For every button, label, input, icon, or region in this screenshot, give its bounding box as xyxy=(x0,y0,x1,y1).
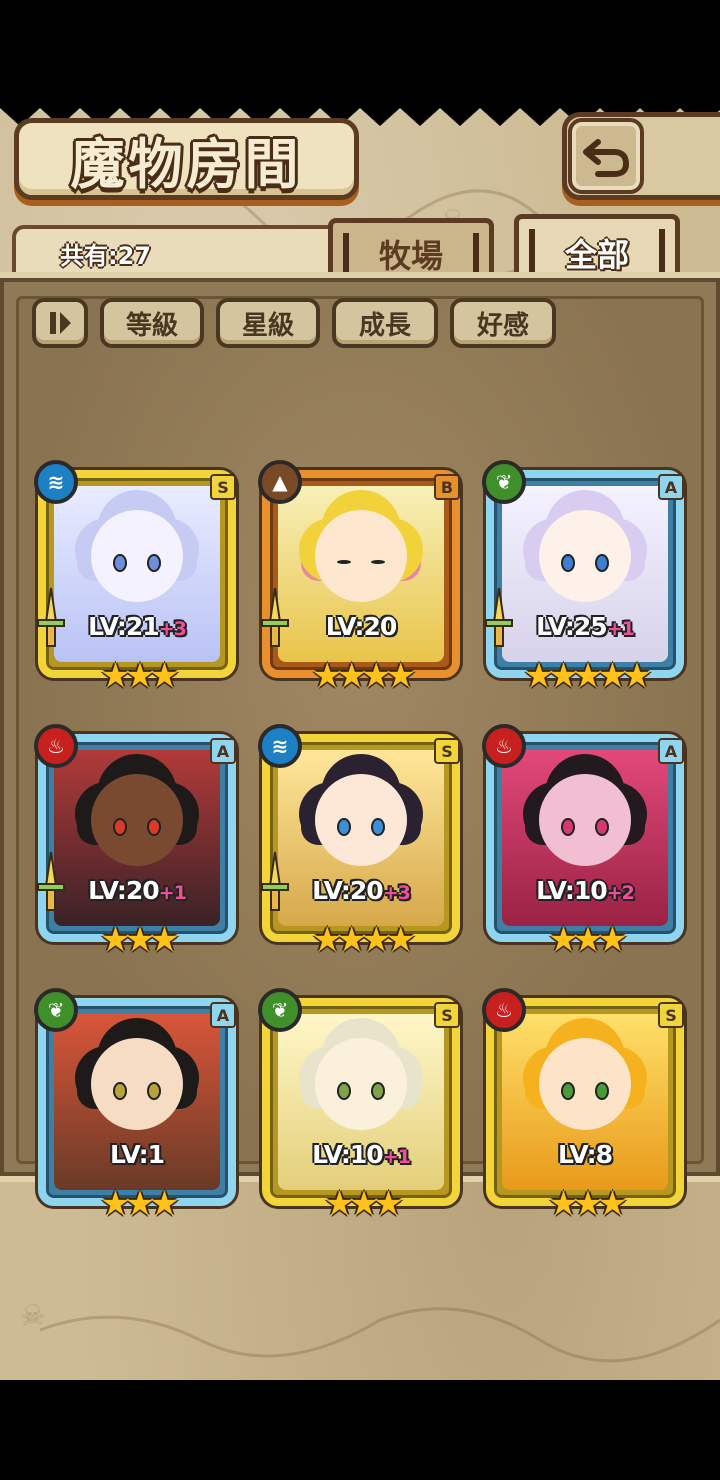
monster-card[interactable]: ▲ B LV:20 ★★★★ xyxy=(258,460,468,700)
star-rating: ★★★ xyxy=(100,920,179,960)
rank-badge: S xyxy=(434,1002,460,1028)
fire-element-icon: ♨ xyxy=(482,988,526,1032)
level-value: LV:10 xyxy=(536,876,608,905)
sort-star-label: 星級 xyxy=(241,310,294,341)
back-arrow-icon xyxy=(583,139,629,177)
level-label: LV:10+1 xyxy=(262,1140,460,1169)
sort-affection-button[interactable]: 好感 xyxy=(450,298,556,348)
level-bonus: +1 xyxy=(606,618,635,640)
monster-card[interactable]: ≋ S LV:20+3 ★★★★ xyxy=(258,724,468,964)
monster-card[interactable]: ♨ S LV:8 ★★★ xyxy=(482,988,692,1228)
monster-card[interactable]: ❦ A LV:1 ★★★ xyxy=(34,988,244,1228)
level-bonus: +3 xyxy=(382,882,411,904)
sort-order-toggle[interactable] xyxy=(32,298,88,348)
monster-card[interactable]: ❦ S LV:10+1 ★★★ xyxy=(258,988,468,1228)
water-element-icon: ≋ xyxy=(34,460,78,504)
level-bonus: +3 xyxy=(158,618,187,640)
level-bonus: +1 xyxy=(158,882,187,904)
card-frame xyxy=(486,998,684,1206)
star-rating: ★★★★ xyxy=(312,920,416,960)
monster-count: 共有:27 xyxy=(60,242,151,270)
monster-card[interactable]: ♨ A LV:20+1 ★★★ xyxy=(34,724,244,964)
monster-card[interactable]: ≋ S LV:21+3 ★★★ xyxy=(34,460,244,700)
sort-level-label: 等級 xyxy=(125,310,178,341)
star-rating: ★★★★ xyxy=(312,656,416,696)
rank-badge: A xyxy=(658,738,684,764)
leaf-element-icon: ❦ xyxy=(258,988,302,1032)
sort-growth-button[interactable]: 成長 xyxy=(332,298,438,348)
monster-card[interactable]: ♨ A LV:10+2 ★★★ xyxy=(482,724,692,964)
pause-sort-icon xyxy=(50,312,71,334)
monster-card[interactable]: ❦ A LV:25+1 ★★★★★ xyxy=(482,460,692,700)
rank-badge: S xyxy=(658,1002,684,1028)
level-bonus: +1 xyxy=(382,1146,411,1168)
rank-badge: A xyxy=(658,474,684,500)
leaf-element-icon: ❦ xyxy=(34,988,78,1032)
rank-badge: A xyxy=(210,738,236,764)
level-value: LV:20 xyxy=(325,612,398,641)
fire-element-icon: ♨ xyxy=(34,724,78,768)
rank-badge: S xyxy=(210,474,236,500)
level-value: LV:10 xyxy=(312,1140,384,1169)
water-element-icon: ≋ xyxy=(258,724,302,768)
level-label: LV:1 xyxy=(38,1140,236,1169)
card-frame xyxy=(38,998,236,1206)
level-value: LV:1 xyxy=(109,1140,165,1169)
earth-element-icon: ▲ xyxy=(258,460,302,504)
card-frame xyxy=(486,734,684,942)
rank-badge: A xyxy=(210,1002,236,1028)
star-rating: ★★★ xyxy=(548,920,627,960)
card-frame xyxy=(262,998,460,1206)
sort-level-button[interactable]: 等級 xyxy=(100,298,204,348)
star-rating: ★★★ xyxy=(100,656,179,696)
level-label: LV:20 xyxy=(262,612,460,641)
sort-star-button[interactable]: 星級 xyxy=(216,298,320,348)
level-bonus: +2 xyxy=(606,882,635,904)
page-title: 魔物房間 xyxy=(70,131,303,196)
level-value: LV:20 xyxy=(88,876,160,905)
level-value: LV:8 xyxy=(557,1140,613,1169)
level-value: LV:25 xyxy=(536,612,608,641)
rank-badge: S xyxy=(434,738,460,764)
sort-affection-label: 好感 xyxy=(476,310,529,341)
level-label: LV:25+1 xyxy=(486,612,684,641)
star-rating: ★★★ xyxy=(324,1184,403,1224)
level-label: LV:10+2 xyxy=(486,876,684,905)
level-label: LV:8 xyxy=(486,1140,684,1169)
leaf-element-icon: ❦ xyxy=(482,460,526,504)
level-label: LV:21+3 xyxy=(38,612,236,641)
star-rating: ★★★ xyxy=(548,1184,627,1224)
level-label: LV:20+1 xyxy=(38,876,236,905)
tab-ranch-label: 牧場 xyxy=(378,237,443,275)
level-value: LV:21 xyxy=(88,612,160,641)
level-label: LV:20+3 xyxy=(262,876,460,905)
back-button[interactable] xyxy=(568,118,644,194)
star-rating: ★★★ xyxy=(100,1184,179,1224)
sort-growth-label: 成長 xyxy=(358,310,411,341)
star-rating: ★★★★★ xyxy=(523,656,652,696)
tab-all-label: 全部 xyxy=(564,236,629,274)
rank-badge: B xyxy=(434,474,460,500)
svg-text:☠: ☠ xyxy=(20,1299,45,1332)
fire-element-icon: ♨ xyxy=(482,724,526,768)
level-value: LV:20 xyxy=(312,876,384,905)
title-banner: 魔物房間 xyxy=(14,118,359,200)
